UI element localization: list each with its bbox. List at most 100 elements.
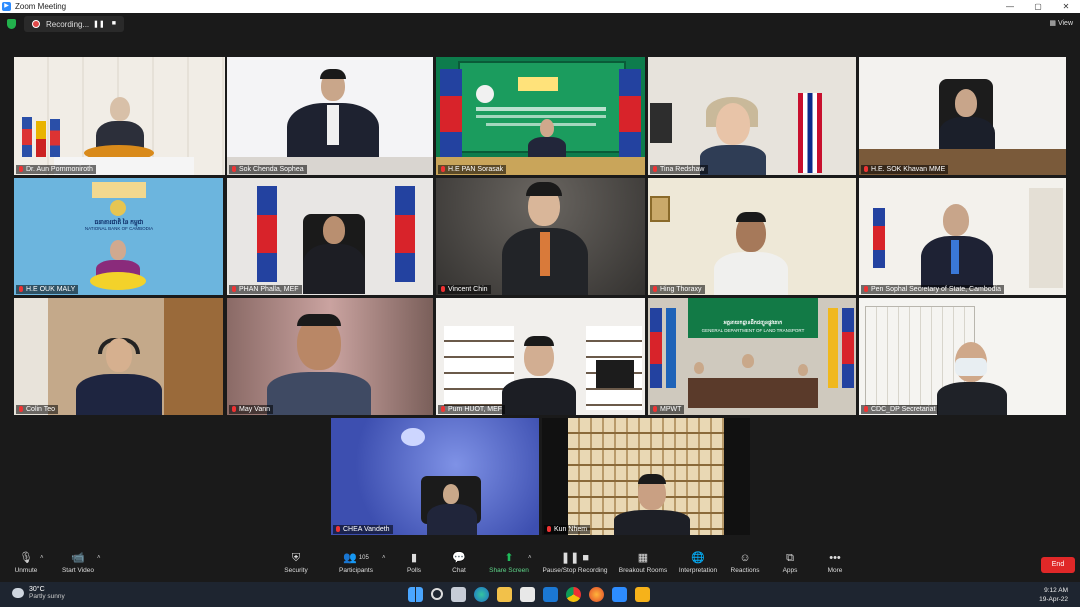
view-button[interactable]: ▦ View — [1049, 19, 1073, 27]
mpwt-banner-kh: អគ្គនាយកដ្ឋានដឹកជញ្ជូនផ្លូវគោក — [723, 320, 783, 326]
participants-button[interactable]: 👥 105 Participants — [334, 552, 378, 574]
recording-indicator: Recording... ❚❚ ■ — [24, 16, 124, 32]
maximize-button[interactable]: ▢ — [1024, 0, 1052, 13]
windows-start-icon[interactable] — [408, 587, 423, 602]
share-options-caret-icon[interactable]: ˄ — [528, 555, 532, 561]
window-titlebar: ▶ Zoom Meeting — ▢ ✕ — [0, 0, 1080, 13]
reactions-label: Reactions — [730, 567, 760, 574]
security-button[interactable]: ⛨ Security — [280, 552, 312, 574]
polls-label: Polls — [406, 567, 422, 574]
close-button[interactable]: ✕ — [1052, 0, 1080, 13]
participant-name: Vincent Chin — [438, 285, 491, 294]
video-tile[interactable]: CDC_DP Secretariat — [859, 298, 1066, 415]
video-tile[interactable]: H.E. SOK Khavan MME — [859, 57, 1066, 175]
polls-button[interactable]: ▮ Polls — [402, 552, 426, 574]
meeting-topbar: Recording... ❚❚ ■ ▦ View — [0, 13, 1080, 35]
zoom-app-icon[interactable] — [612, 587, 627, 602]
zoom-logo-icon: ▶ — [2, 2, 11, 11]
participants-count: 105 — [358, 555, 369, 561]
weather-temperature: 30°C — [29, 586, 45, 593]
weather-widget[interactable]: 30°C Partly sunny — [12, 586, 65, 600]
video-tile[interactable]: ធនាគារជាតិ នៃ កម្ពុជា NATIONAL BANK OF C… — [14, 178, 223, 295]
share-screen-icon: ⬆ — [504, 552, 514, 564]
security-label: Security — [284, 567, 308, 574]
apps-label: Apps — [782, 567, 798, 574]
window-title: Zoom Meeting — [15, 2, 67, 11]
chat-bubble-icon: 💬 — [452, 552, 466, 564]
video-tile[interactable]: PHAN Phalla, MEF — [227, 178, 433, 295]
participant-name: Tina Redshaw — [650, 165, 708, 174]
meeting-toolbar: 🎙 Unmute ˄ 📹 Start Video ˄ ⛨ Security 👥 1… — [0, 548, 1080, 581]
interpretation-button[interactable]: 🌐 Interpretation — [676, 552, 720, 574]
participant-name: Colin Teo — [16, 405, 59, 414]
video-options-caret-icon[interactable]: ˄ — [97, 555, 101, 561]
video-tile[interactable]: អគ្គនាយកដ្ឋានដឹកជញ្ជូនផ្លូវគោក GENERAL D… — [648, 298, 856, 415]
video-tile[interactable]: Vincent Chin — [436, 178, 645, 295]
share-screen-button[interactable]: ⬆ Share Screen — [488, 552, 530, 574]
system-clock[interactable]: 9:12 AM 19-Apr-22 — [1039, 586, 1068, 604]
more-label: More — [827, 567, 843, 574]
video-tile[interactable]: CHEA Vandeth — [331, 418, 539, 535]
recording-dot-icon — [32, 20, 40, 28]
firefox-icon[interactable] — [589, 587, 604, 602]
video-tile[interactable]: Colin Teo — [14, 298, 223, 415]
grid-icon: ▦ — [637, 552, 649, 564]
audio-options-caret-icon[interactable]: ˄ — [40, 555, 44, 561]
participant-name: Sok Chenda Sophea — [229, 165, 307, 174]
participant-name: Dr. Aun Pornmoniroth — [16, 165, 96, 174]
participant-name: Kun Nhem — [544, 525, 591, 534]
end-meeting-button[interactable]: End — [1041, 557, 1075, 573]
pause-stop-recording-button[interactable]: ❚❚ ■ Pause/Stop Recording — [540, 552, 610, 574]
video-tile[interactable]: Dr. Aun Pornmoniroth — [14, 57, 225, 175]
video-tile[interactable]: Pum HUOT, MEF — [436, 298, 645, 415]
mail-icon[interactable] — [543, 587, 558, 602]
chat-button[interactable]: 💬 Chat — [447, 552, 471, 574]
encryption-shield-icon[interactable] — [7, 19, 16, 29]
video-tile[interactable]: Tina Redshaw — [648, 57, 856, 175]
globe-icon: 🌐 — [691, 552, 705, 564]
more-button[interactable]: ••• More — [823, 552, 847, 574]
edge-browser-icon[interactable] — [474, 587, 489, 602]
participant-name: PHAN Phalla, MEF — [229, 285, 302, 294]
participant-name: Hing Thoraxy — [650, 285, 705, 294]
video-tile[interactable]: May Vann — [227, 298, 433, 415]
file-explorer-icon[interactable] — [497, 587, 512, 602]
breakout-rooms-button[interactable]: ▦ Breakout Rooms — [617, 552, 669, 574]
apps-button[interactable]: ⧉ Apps — [778, 552, 802, 574]
weather-cloud-icon — [12, 588, 24, 598]
video-tile[interactable]: Hing Thoraxy — [648, 178, 856, 295]
os-taskbar: 30°C Partly sunny 9:12 AM 19-Apr-22 — [0, 582, 1080, 607]
store-icon[interactable] — [520, 587, 535, 602]
start-video-button[interactable]: 📹 Start Video — [58, 552, 98, 574]
stop-recording-icon[interactable]: ■ — [112, 20, 116, 28]
search-icon[interactable] — [431, 588, 443, 600]
participants-label: Participants — [339, 567, 373, 574]
task-view-icon[interactable] — [451, 587, 466, 602]
participant-name: H.E PAN Sorasak — [438, 165, 507, 174]
window-controls: — ▢ ✕ — [996, 0, 1080, 13]
participant-name: Pum HUOT, MEF — [438, 405, 506, 414]
shield-icon: ⛨ — [291, 552, 301, 564]
participant-name: Pen Sophal Secretary of State, Cambodia — [861, 285, 1004, 294]
share-screen-label: Share Screen — [489, 567, 529, 574]
microphone-muted-icon: 🎙 — [19, 552, 33, 564]
participant-name: H.E. SOK Khavan MME — [861, 165, 949, 174]
video-tile[interactable]: H.E PAN Sorasak — [436, 57, 645, 175]
app-icon[interactable] — [635, 587, 650, 602]
mpwt-banner-en: GENERAL DEPARTMENT OF LAND TRANSPORT — [701, 328, 805, 333]
taskbar-apps — [408, 587, 650, 602]
clock-date: 19-Apr-22 — [1039, 596, 1068, 603]
video-tile[interactable]: Kun Nhem — [542, 418, 750, 535]
video-tile[interactable]: Pen Sophal Secretary of State, Cambodia — [859, 178, 1066, 295]
participants-caret-icon[interactable]: ˄ — [382, 555, 386, 561]
video-tile[interactable]: Sok Chenda Sophea — [227, 57, 433, 175]
more-dots-icon: ••• — [829, 552, 841, 564]
interpretation-label: Interpretation — [678, 567, 718, 574]
pause-recording-icon[interactable]: ❚❚ — [93, 20, 105, 28]
chrome-icon[interactable] — [566, 587, 581, 602]
reactions-button[interactable]: ☺ Reactions — [728, 552, 762, 574]
nbc-logo-text-en: NATIONAL BANK OF CAMBODIA — [84, 226, 154, 231]
unmute-button[interactable]: 🎙 Unmute — [10, 552, 42, 574]
minimize-button[interactable]: — — [996, 0, 1024, 13]
start-video-label: Start Video — [61, 567, 95, 574]
